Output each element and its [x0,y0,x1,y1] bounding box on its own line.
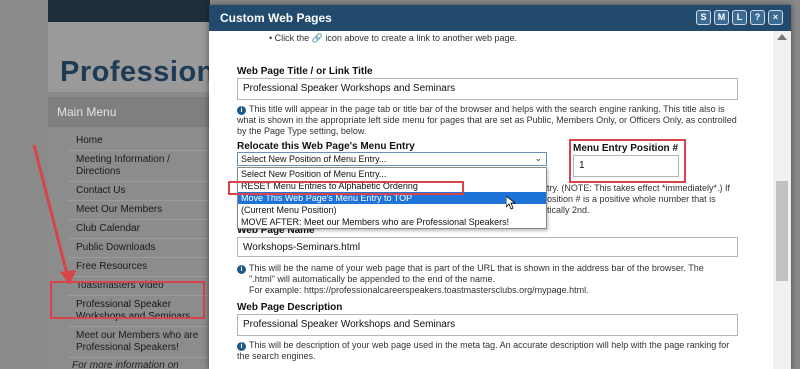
help-button[interactable]: ? [750,10,765,25]
description-help: i This will be description of your web pa… [237,340,730,361]
dialog-title: Custom Web Pages [220,11,332,25]
close-button[interactable]: × [768,10,783,25]
dropdown-option-move-after[interactable]: MOVE AFTER: Meet our Members who are Pro… [238,216,546,228]
scroll-up-icon[interactable] [777,34,787,40]
link-note: • Click the 🔗 icon above to create a lin… [269,33,518,43]
info-icon: i [237,342,246,351]
main-menu-header: Main Menu [48,97,210,127]
dropdown-option-current[interactable]: (Current Menu Position) [238,204,546,216]
menu-item-downloads[interactable]: Public Downloads [68,239,208,258]
mouse-cursor-icon [506,196,516,210]
menu-item-meeting-info[interactable]: Meeting Information / Directions [68,151,208,182]
description-input[interactable]: Professional Speaker Workshops and Semin… [237,314,738,336]
relocate-dropdown-list: Select New Position of Menu Entry... RES… [237,167,547,229]
menu-item-meet-members[interactable]: Meet Our Members [68,201,208,220]
site-banner-top [48,0,210,22]
custom-web-pages-dialog: Custom Web Pages S M L ? × • Click the 🔗… [209,5,791,369]
menu-item-pro-speakers[interactable]: Meet our Members who are Professional Sp… [68,327,208,358]
dialog-header-buttons: S M L ? × [696,10,783,25]
page-name-help-1: i This will be the name of your web page … [237,263,704,274]
menu-item-contact[interactable]: Contact Us [68,182,208,201]
scroll-thumb[interactable] [776,181,788,281]
annotation-menu-highlight [50,281,205,319]
info-icon: i [237,106,246,115]
description-label: Web Page Description [237,302,343,313]
size-small-button[interactable]: S [696,10,711,25]
page-name-input[interactable]: Workshops-Seminars.html [237,237,738,257]
main-menu-list: Home Meeting Information / Directions Co… [68,132,208,358]
site-title: Profession [60,56,215,88]
dropdown-option[interactable]: Select New Position of Menu Entry... [238,168,546,180]
dialog-body: • Click the 🔗 icon above to create a lin… [209,31,772,369]
info-icon: i [237,265,246,274]
relocate-help-line1: try. (NOTE: This takes effect *immediate… [547,183,731,193]
dialog-header: Custom Web Pages S M L ? × [209,5,791,31]
size-large-button[interactable]: L [732,10,747,25]
annotation-reset-highlight [228,181,464,195]
menu-item-calendar[interactable]: Club Calendar [68,220,208,239]
page-name-help-2: ".html" will automatically be appended t… [249,274,496,284]
menu-item-free-resources[interactable]: Free Resources [68,258,208,277]
page-name-help-3: For example: https://professionalcareers… [249,285,589,295]
relocate-help-line2: osition # is a positive whole number tha… [547,194,716,204]
relocate-label: Relocate this Web Page's Menu Entry [237,141,415,152]
chevron-down-icon: ⌄ [534,153,542,163]
more-info-text: For more information on [72,360,179,369]
menu-item-home[interactable]: Home [68,132,208,151]
link-title-label: Web Page Title / or Link Title [237,66,373,77]
relocate-help-line3: tically 2nd. [547,205,590,215]
dialog-scrollbar[interactable] [773,31,791,369]
annotation-position-highlight [569,139,686,183]
link-title-help: i This title will appear in the page tab … [237,104,737,136]
size-medium-button[interactable]: M [714,10,729,25]
link-title-input[interactable]: Professional Speaker Workshops and Semin… [237,78,738,100]
relocate-select[interactable]: Select New Position of Menu Entry... ⌄ [237,152,547,166]
